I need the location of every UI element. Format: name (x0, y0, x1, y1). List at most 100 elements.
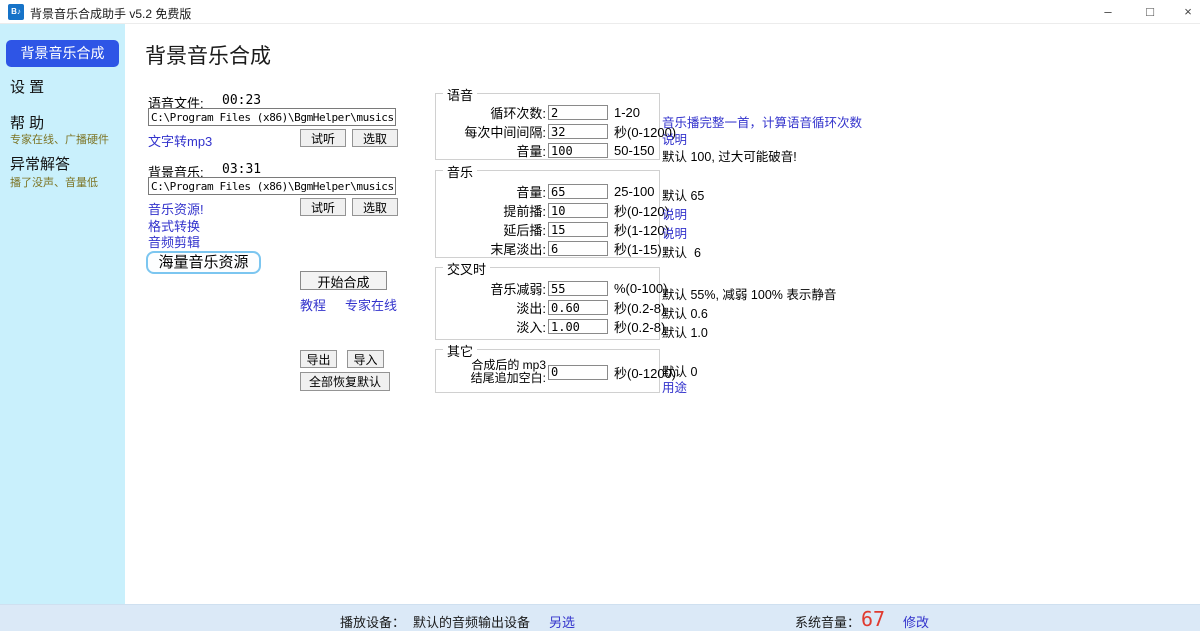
play-after-label: 延后播: (436, 220, 546, 239)
tail-fadeout-row: 末尾淡出: 秒(1-15) (436, 239, 659, 258)
loop-count-label: 循环次数: (436, 103, 546, 122)
music-volume-row: 音量: 25-100 (436, 182, 659, 201)
play-after-range: 秒(1-120) (614, 220, 669, 239)
fadeout-range: 秒(0.2-8) (614, 298, 665, 317)
maximize-button[interactable]: □ (1130, 0, 1170, 24)
play-ahead-label: 提前播: (436, 201, 546, 220)
voice-volume-input[interactable] (548, 143, 608, 158)
massive-music-resource-button[interactable]: 海量音乐资源 (146, 251, 261, 274)
sidebar: 背景音乐合成 设 置 帮 助 专家在线、广播硬件 异常解答 播了没声、音量低 (0, 24, 125, 604)
tail-fadeout-input[interactable] (548, 241, 608, 256)
append-silence-label-line2: 结尾追加空白: (471, 371, 546, 385)
reset-all-button[interactable]: 全部恢复默认 (300, 372, 390, 391)
loop-count-input[interactable] (548, 105, 608, 120)
play-after-input[interactable] (548, 222, 608, 237)
sidebar-item-help[interactable]: 帮 助 (10, 112, 44, 133)
play-ahead-help-link[interactable]: 说明 (662, 204, 687, 223)
usage-link[interactable]: 用途 (662, 377, 687, 396)
sidebar-item-faq-subtitle: 播了没声、音量低 (10, 174, 98, 190)
voice-volume-label: 音量: (436, 141, 546, 160)
close-button[interactable]: × (1168, 0, 1200, 24)
loop-count-range: 1-20 (614, 105, 640, 120)
title-bar: B♪ 背景音乐合成助手 v5.2 免费版 – □ × (0, 0, 1200, 24)
tutorial-link[interactable]: 教程 (300, 295, 326, 314)
voice-loop-row: 循环次数: 1-20 (436, 103, 659, 122)
interval-label: 每次中间间隔: (436, 122, 546, 141)
playback-device-label: 播放设备： (340, 612, 405, 631)
voice-volume-default-note: 默认 100, 过大可能破音! (662, 146, 797, 165)
export-button[interactable]: 导出 (300, 350, 337, 368)
voice-interval-row: 每次中间间隔: 秒(0-1200) (436, 122, 659, 141)
append-silence-label-line1: 合成后的 mp3 (471, 358, 546, 372)
music-volume-label: 音量: (436, 182, 546, 201)
voice-loop-hint-link[interactable]: 音乐播完整一首，计算语音循环次数 (662, 112, 862, 131)
bgm-preview-button[interactable]: 试听 (300, 198, 346, 216)
minimize-button[interactable]: – (1088, 0, 1128, 24)
system-volume-value: 67 (861, 607, 885, 631)
app-icon: B♪ (8, 4, 24, 20)
music-attenuate-label: 音乐减弱: (436, 279, 546, 298)
modify-volume-link[interactable]: 修改 (903, 612, 929, 631)
group-other: 其它 合成后的 mp3结尾追加空白: 秒(0-1200) (435, 349, 660, 393)
play-after-help-link[interactable]: 说明 (662, 223, 687, 242)
tail-fadeout-label: 末尾淡出: (436, 239, 546, 258)
group-crossfade: 交叉时 音乐减弱: %(0-100) 淡出: 秒(0.2-8) 淡入: 秒(0.… (435, 267, 660, 340)
text-to-mp3-link[interactable]: 文字转mp3 (148, 131, 212, 150)
append-silence-row: 合成后的 mp3结尾追加空白: 秒(0-1200) (436, 358, 659, 386)
music-attenuate-row: 音乐减弱: %(0-100) (436, 279, 659, 298)
sidebar-item-faq[interactable]: 异常解答 (10, 153, 70, 174)
fadein-range: 秒(0.2-8) (614, 317, 665, 336)
fadein-default-note: 默认 1.0 (662, 322, 708, 341)
voice-file-duration: 00:23 (222, 93, 261, 108)
status-bar: 播放设备： 默认的音频输出设备 另选 系统音量： 67 修改 (0, 604, 1200, 631)
audio-edit-link[interactable]: 音频剪辑 (148, 232, 200, 251)
append-silence-label: 合成后的 mp3结尾追加空白: (436, 359, 546, 385)
sidebar-item-help-subtitle: 专家在线、广播硬件 (10, 131, 109, 147)
fadein-label: 淡入: (436, 317, 546, 336)
music-volume-range: 25-100 (614, 184, 654, 199)
expert-online-link[interactable]: 专家在线 (345, 295, 397, 314)
fadein-row: 淡入: 秒(0.2-8) (436, 317, 659, 336)
voice-volume-range: 50-150 (614, 143, 654, 158)
fadeout-label: 淡出: (436, 298, 546, 317)
append-silence-input[interactable] (548, 365, 608, 380)
group-music-title: 音乐 (443, 162, 477, 181)
voice-file-path-input[interactable] (148, 108, 396, 126)
play-ahead-input[interactable] (548, 203, 608, 218)
music-volume-input[interactable] (548, 184, 608, 199)
system-volume-label: 系统音量： (795, 612, 860, 631)
import-button[interactable]: 导入 (347, 350, 384, 368)
voice-select-button[interactable]: 选取 (352, 129, 398, 147)
music-volume-default-note: 默认 65 (662, 185, 704, 204)
sidebar-item-settings[interactable]: 设 置 (10, 76, 44, 97)
fadeout-row: 淡出: 秒(0.2-8) (436, 298, 659, 317)
group-crossfade-title: 交叉时 (443, 259, 490, 278)
attenuate-default-note: 默认 55%, 减弱 100% 表示静音 (662, 284, 836, 303)
group-music: 音乐 音量: 25-100 提前播: 秒(0-120) 延后播: 秒(1-120… (435, 170, 660, 258)
playback-device-value: 默认的音频输出设备 (413, 612, 530, 631)
voice-volume-row: 音量: 50-150 (436, 141, 659, 160)
play-ahead-row: 提前播: 秒(0-120) (436, 201, 659, 220)
group-other-title: 其它 (443, 341, 477, 360)
window-title: 背景音乐合成助手 v5.2 免费版 (30, 5, 191, 22)
fadeout-input[interactable] (548, 300, 608, 315)
bgm-select-button[interactable]: 选取 (352, 198, 398, 216)
group-voice: 语音 循环次数: 1-20 每次中间间隔: 秒(0-1200) 音量: 50-1… (435, 93, 660, 160)
voice-preview-button[interactable]: 试听 (300, 129, 346, 147)
play-after-row: 延后播: 秒(1-120) (436, 220, 659, 239)
page-title: 背景音乐合成 (145, 40, 271, 70)
music-attenuate-input[interactable] (548, 281, 608, 296)
music-attenuate-range: %(0-100) (614, 281, 667, 296)
fadein-input[interactable] (548, 319, 608, 334)
tail-fadeout-range: 秒(1-15) (614, 239, 662, 258)
group-voice-title: 语音 (443, 85, 477, 104)
bgm-file-path-input[interactable] (148, 177, 396, 195)
interval-input[interactable] (548, 124, 608, 139)
play-ahead-range: 秒(0-120) (614, 201, 669, 220)
sidebar-item-bgm-synthesis[interactable]: 背景音乐合成 (6, 40, 119, 67)
tail-fadeout-default-note: 默认 6 (662, 242, 701, 261)
change-device-link[interactable]: 另选 (549, 612, 575, 631)
bgm-file-duration: 03:31 (222, 162, 261, 177)
fadeout-default-note: 默认 0.6 (662, 303, 708, 322)
start-synthesis-button[interactable]: 开始合成 (300, 271, 387, 290)
